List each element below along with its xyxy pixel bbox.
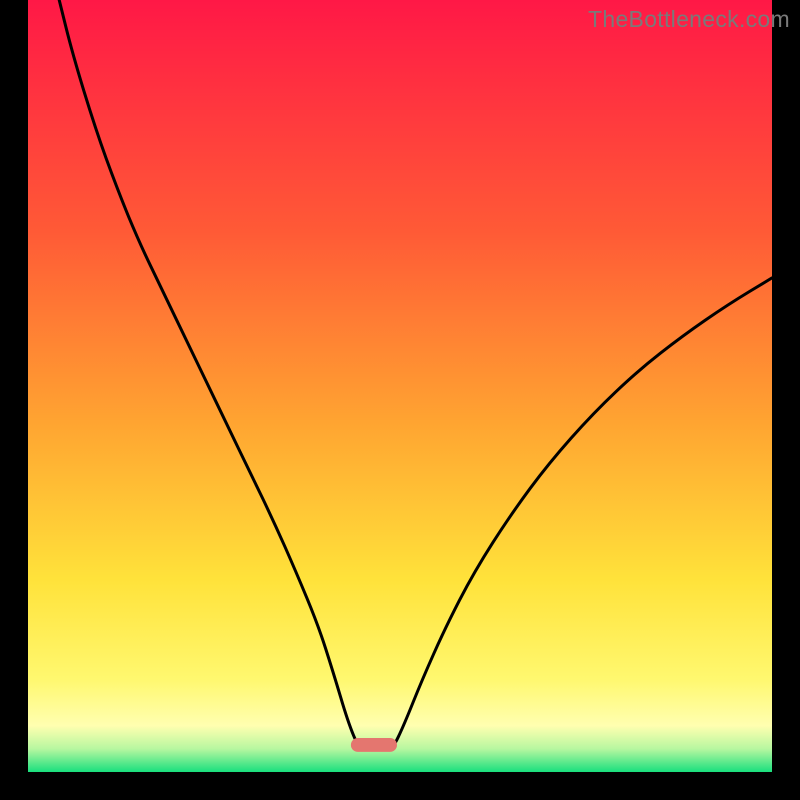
frame-left xyxy=(0,0,28,800)
chart-stage: TheBottleneck.com xyxy=(0,0,800,800)
frame-right xyxy=(772,0,800,800)
minimum-marker xyxy=(351,738,397,752)
watermark-label: TheBottleneck.com xyxy=(588,6,790,33)
plot-area xyxy=(28,0,772,772)
frame-bottom xyxy=(0,772,800,800)
bottleneck-plot xyxy=(0,0,800,800)
